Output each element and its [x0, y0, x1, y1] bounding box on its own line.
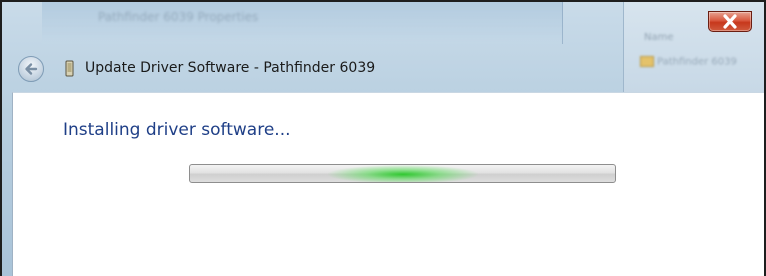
- page-heading: Installing driver software...: [63, 120, 291, 140]
- progress-bar: [189, 164, 616, 183]
- background-window: Pathfinder 6039 Properties: [42, 2, 563, 44]
- close-button[interactable]: [708, 11, 752, 32]
- background-window-title: Pathfinder 6039 Properties: [98, 10, 259, 24]
- device-icon: [65, 60, 74, 77]
- back-arrow-icon: [25, 63, 38, 75]
- dialog-title: Update Driver Software - Pathfinder 6039: [85, 60, 376, 76]
- close-icon: [723, 14, 737, 29]
- progress-indicator: [328, 165, 478, 182]
- content-area: Installing driver software...: [12, 92, 764, 276]
- background-panel-label: Name: [644, 32, 674, 43]
- window-frame: Pathfinder 6039 Properties Name Pathfind…: [0, 0, 766, 276]
- back-button[interactable]: [18, 56, 44, 82]
- title-bar: Update Driver Software - Pathfinder 6039: [2, 44, 764, 92]
